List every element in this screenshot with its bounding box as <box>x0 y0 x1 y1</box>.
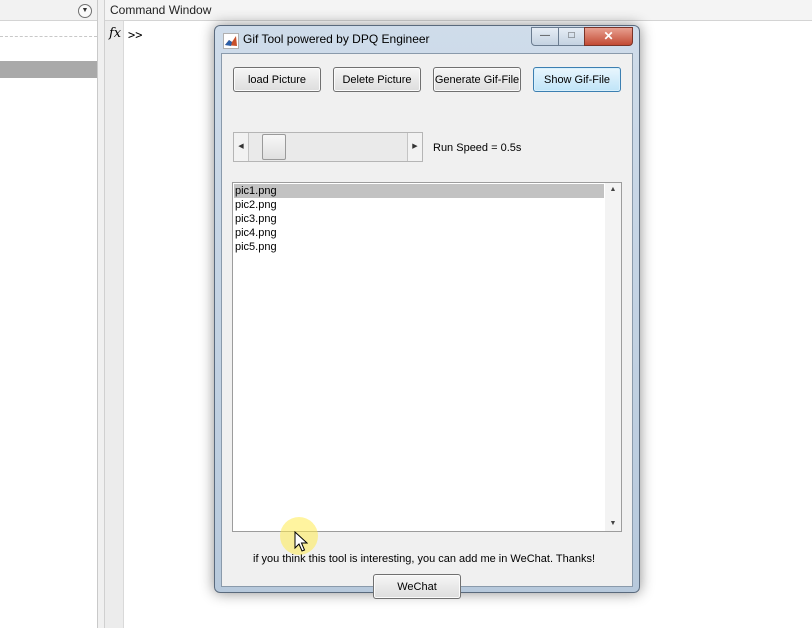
list-item[interactable]: pic1.png <box>234 184 604 198</box>
wechat-button[interactable]: WeChat <box>373 574 461 599</box>
generate-gif-button[interactable]: Generate Gif-File <box>433 67 521 92</box>
speed-slider[interactable]: ◀ ▶ <box>233 132 423 162</box>
command-prompt[interactable]: >> <box>128 28 142 42</box>
picture-listbox[interactable]: pic1.png pic2.png pic3.png pic4.png pic5.png… <box>232 182 622 532</box>
panel-header: ▼ <box>0 0 97 21</box>
close-button[interactable]: ✕ <box>584 27 633 46</box>
chevron-down-icon[interactable]: ▼ <box>78 4 92 18</box>
minimize-button[interactable]: — <box>531 27 559 46</box>
command-window-gutter <box>105 21 124 628</box>
scroll-down-icon[interactable]: ▼ <box>605 517 621 531</box>
selected-row[interactable] <box>0 61 97 78</box>
list-scrollbar[interactable]: ▲ ▼ <box>605 183 621 531</box>
command-window-title: Command Window <box>110 3 212 17</box>
picture-list: pic1.png pic2.png pic3.png pic4.png pic5.png <box>234 184 604 254</box>
current-folder-panel: ▼ <box>0 0 98 628</box>
arrow-cursor-icon <box>294 530 309 556</box>
run-speed-label: Run Speed = 0.5s <box>433 142 522 154</box>
panel-splitter[interactable] <box>98 0 105 628</box>
fx-icon[interactable]: fx <box>109 26 121 41</box>
panel-divider <box>0 36 97 37</box>
show-gif-button[interactable]: Show Gif-File <box>533 67 621 92</box>
list-item[interactable]: pic4.png <box>234 226 604 240</box>
matlab-icon <box>223 33 239 49</box>
slider-right-arrow-icon[interactable]: ▶ <box>407 133 422 161</box>
title-bar[interactable]: Gif Tool powered by DPQ Engineer — □ ✕ <box>215 26 639 52</box>
list-item[interactable]: pic5.png <box>234 240 604 254</box>
slider-left-arrow-icon[interactable]: ◀ <box>234 133 249 161</box>
list-item[interactable]: pic3.png <box>234 212 604 226</box>
slider-thumb[interactable] <box>262 134 287 160</box>
delete-picture-button[interactable]: Delete Picture <box>333 67 421 92</box>
list-item[interactable]: pic2.png <box>234 198 604 212</box>
command-window-header: Command Window <box>105 0 812 21</box>
maximize-button[interactable]: □ <box>558 27 585 46</box>
scroll-up-icon[interactable]: ▲ <box>605 183 621 197</box>
gif-tool-window: Gif Tool powered by DPQ Engineer — □ ✕ l… <box>214 25 640 599</box>
load-picture-button[interactable]: load Picture <box>233 67 321 92</box>
dialog-client-area: load Picture Delete Picture Generate Gif… <box>221 53 633 599</box>
window-title: Gif Tool powered by DPQ Engineer <box>243 32 430 46</box>
